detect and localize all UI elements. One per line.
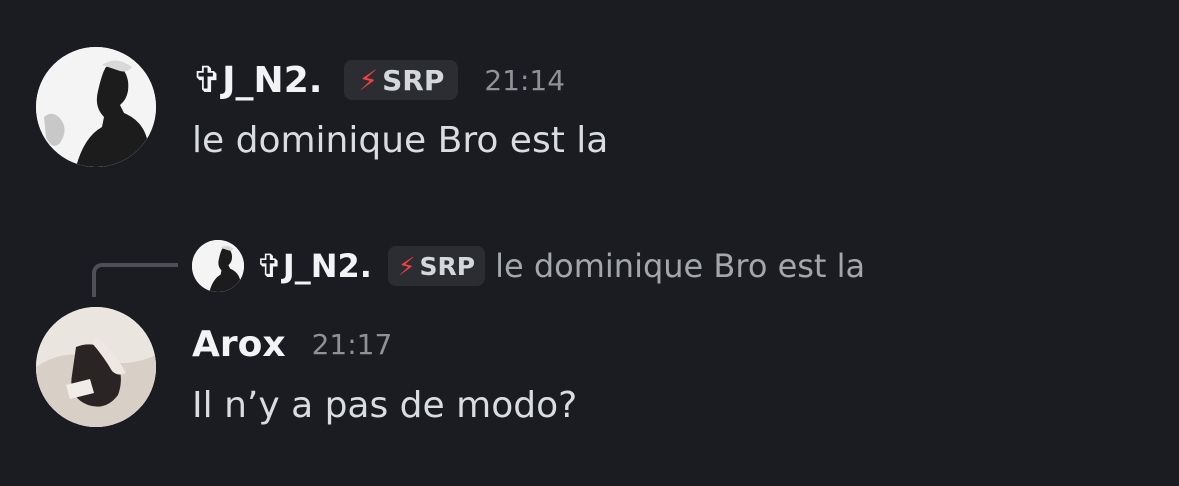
- lightning-bolt-icon: ⚡: [397, 251, 416, 281]
- reply-avatar: [192, 240, 244, 292]
- username[interactable]: ✞J_N2.: [192, 60, 322, 101]
- timestamp[interactable]: 21:14: [484, 64, 565, 97]
- reply-server-tag-label: SRP: [419, 251, 476, 281]
- lightning-bolt-icon: ⚡: [358, 63, 379, 97]
- server-tag-label: SRP: [382, 63, 445, 97]
- server-tag[interactable]: ⚡ SRP: [344, 60, 459, 100]
- avatar-jn2[interactable]: [36, 47, 156, 167]
- timestamp[interactable]: 21:17: [312, 328, 393, 361]
- message-2: Arox 21:17 Il n’y a pas de modo?: [0, 300, 1179, 486]
- reply-avatar-image: [192, 240, 244, 292]
- reply-username: ✞J_N2.: [256, 247, 372, 285]
- avatar-jn2-image: [36, 47, 156, 167]
- message-1: ✞J_N2. ⚡ SRP 21:14 le dominique Bro est …: [0, 0, 1179, 200]
- avatar-arox-image: [36, 307, 156, 427]
- reply-preview-text: le dominique Bro est la: [495, 247, 866, 285]
- message-content: le dominique Bro est la: [192, 120, 609, 161]
- message-header: Arox 21:17: [192, 320, 392, 368]
- reply-server-tag: ⚡ SRP: [387, 246, 486, 286]
- avatar-arox[interactable]: [36, 307, 156, 427]
- username[interactable]: Arox: [192, 324, 286, 365]
- message-header: ✞J_N2. ⚡ SRP 21:14: [192, 52, 565, 108]
- reply-preview[interactable]: ✞J_N2. ⚡ SRP le dominique Bro est la: [192, 238, 865, 294]
- message-content: Il n’y a pas de modo?: [192, 385, 578, 426]
- reply-connector: [92, 263, 178, 297]
